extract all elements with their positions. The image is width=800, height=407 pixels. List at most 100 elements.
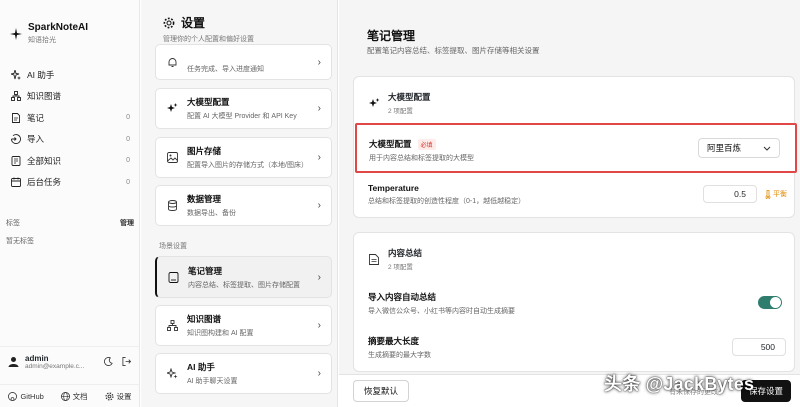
database-icon: [166, 199, 179, 212]
settings-link[interactable]: 设置: [104, 391, 132, 402]
theme-toggle-moon-icon[interactable]: [102, 356, 114, 368]
sparkle-icon: [368, 97, 380, 109]
card-desc: 配置 AI 大模型 Provider 和 API Key: [187, 113, 297, 120]
section-count: 2 项配置: [388, 264, 413, 271]
note-icon: [10, 112, 21, 123]
temperature-hint: 平衡: [765, 189, 787, 199]
summary-length-input[interactable]: 500: [732, 338, 786, 356]
page-title: 笔记管理: [367, 29, 416, 43]
tags-header: 标签 管理: [6, 218, 134, 228]
app-name: SparkNoteAI: [28, 22, 89, 33]
summary-length-title: 摘要最大长度: [368, 336, 420, 346]
temperature-input[interactable]: 0.5: [703, 185, 757, 203]
gear-icon: [104, 391, 114, 401]
summary-length-desc: 生成摘要的最大字数: [368, 352, 431, 359]
sparkle-icon: [10, 69, 21, 80]
auto-summary-toggle[interactable]: [758, 296, 782, 309]
settings-card-ai-assistant[interactable]: AI 助手 AI 助手聊天设置 ›: [155, 353, 332, 394]
settings-card-image-storage[interactable]: 图片存储 配置导入图片的存储方式（本地/图床） ›: [155, 137, 332, 178]
section-title: 内容总结: [388, 248, 423, 258]
thermometer-icon: [765, 189, 771, 199]
card-title: 笔记管理: [188, 265, 223, 276]
model-provider-select[interactable]: 阿里百炼: [698, 138, 780, 158]
github-label: GitHub: [20, 391, 44, 401]
chevron-right-icon: ›: [317, 368, 321, 379]
settings-card-llm-config[interactable]: 大模型配置 配置 AI 大模型 Provider 和 API Key ›: [155, 88, 332, 129]
docs-link[interactable]: 文档: [60, 391, 88, 402]
sidebar-item-label: 知识图谱: [27, 91, 62, 102]
auto-summary-row: 导入内容自动总结 导入微信公众号、小红书等内容时自动生成摘要: [368, 291, 780, 316]
sidebar-item-label: 全部知识: [27, 155, 62, 166]
user-avatar-icon: [8, 357, 19, 367]
sidebar-footer: GitHub 文档 设置: [0, 384, 140, 407]
docs-label: 文档: [72, 391, 88, 401]
github-icon: [8, 391, 18, 401]
settings-card-knowledge-graph[interactable]: 知识图谱 知识图构建和 AI 配置 ›: [155, 305, 332, 346]
card-title: 图片存储: [187, 146, 222, 156]
user-name: admin: [25, 353, 49, 363]
sparkle-logo-icon: [10, 27, 22, 40]
sidebar-item-import[interactable]: 导入 0: [0, 129, 140, 151]
settings-card-data-management[interactable]: 数据管理 数据导出、备份 ›: [155, 185, 332, 226]
sidebar-item-label: 笔记: [27, 112, 45, 123]
card-desc: 数据导出、备份: [187, 210, 236, 217]
app-tagline: 知语拾光: [28, 37, 56, 44]
card-desc: 配置导入图片的存储方式（本地/图床）: [187, 162, 308, 169]
sidebar-nav: AI 助手 知识图谱 笔记 0 导入 0 全部知识 0 后台任务 0: [0, 64, 140, 193]
brand[interactable]: SparkNoteAI 知语拾光: [10, 22, 88, 45]
logout-icon[interactable]: [120, 356, 132, 368]
section-title: 大模型配置: [388, 92, 431, 102]
watermark: 头条 @JackBytes: [604, 374, 755, 394]
chevron-right-icon: ›: [317, 200, 321, 211]
github-link[interactable]: GitHub: [8, 391, 44, 401]
chevron-right-icon: ›: [317, 271, 321, 283]
tags-manage-link[interactable]: 管理: [120, 218, 134, 228]
user-email: admin@example.c...: [25, 362, 85, 370]
settings-subtitle: 管理你的个人配置和偏好设置: [163, 36, 254, 43]
settings-detail: 笔记管理 配置笔记内容总结、标签提取、图片存储等相关设置 大模型配置 2 项配置…: [339, 0, 800, 407]
auto-summary-title: 导入内容自动总结: [368, 292, 437, 302]
tags-label: 标签: [6, 220, 20, 227]
sparkle-icon: [166, 102, 179, 115]
note-icon: [167, 271, 180, 284]
document-icon: [368, 253, 380, 265]
temperature-hint-label: 平衡: [773, 191, 787, 198]
card-title: 数据管理: [187, 194, 222, 204]
graph-icon: [10, 91, 21, 102]
card-title: AI 助手: [187, 362, 215, 372]
card-title: 知识图谱: [187, 314, 222, 324]
reset-default-button[interactable]: 恢复默认: [353, 380, 410, 402]
settings-card-notifications[interactable]: 任务完成、导入进度通知 ›: [155, 44, 332, 80]
content-summary-section: 内容总结 2 项配置 导入内容自动总结 导入微信公众号、小红书等内容时自动生成摘…: [353, 232, 795, 372]
user-panel: admin admin@example.c...: [0, 346, 140, 376]
auto-summary-desc: 导入微信公众号、小红书等内容时自动生成摘要: [368, 308, 515, 315]
sidebar-item-notes[interactable]: 笔记 0: [0, 107, 140, 129]
card-title: 大模型配置: [187, 97, 230, 107]
card-desc: 内容总结、标签提取、图片存储配置: [188, 281, 300, 289]
model-config-row-highlight: 大模型配置 必填 用于内容总结和标签提取的大模型 阿里百炼: [355, 123, 797, 173]
settings-card-note-management[interactable]: 笔记管理 内容总结、标签提取、图片存储配置 ›: [155, 256, 332, 298]
tasks-icon: [10, 177, 21, 188]
sidebar-item-count: 0: [126, 157, 130, 165]
sidebar-item-label: 后台任务: [27, 177, 62, 188]
settings-label: 设置: [116, 391, 132, 401]
card-desc: AI 助手聊天设置: [187, 378, 238, 385]
sidebar: SparkNoteAI 知语拾光 AI 助手 知识图谱 笔记 0 导入 0 全部…: [0, 0, 140, 407]
sidebar-item-knowledge-graph[interactable]: 知识图谱: [0, 86, 140, 108]
chevron-right-icon: ›: [317, 56, 321, 68]
section-count: 2 项配置: [388, 108, 413, 115]
card-desc: 任务完成、导入进度通知: [187, 65, 264, 73]
settings-title: 设置: [181, 16, 206, 30]
sidebar-item-all-knowledge[interactable]: 全部知识 0: [0, 150, 140, 172]
sidebar-item-label: 导入: [27, 134, 45, 145]
gear-icon: [163, 17, 175, 28]
page-subtitle: 配置笔记内容总结、标签提取、图片存储等相关设置: [367, 46, 540, 55]
sidebar-item-background-tasks[interactable]: 后台任务 0: [0, 172, 140, 194]
model-provider-value: 阿里百炼: [707, 143, 742, 153]
chevron-down-icon: [763, 146, 771, 151]
image-icon: [166, 151, 179, 164]
sidebar-item-label: AI 助手: [27, 69, 55, 80]
sidebar-item-ai-assistant[interactable]: AI 助手: [0, 64, 140, 86]
scene-settings-label: 场景设置: [159, 243, 187, 250]
model-config-title: 大模型配置: [369, 139, 412, 149]
